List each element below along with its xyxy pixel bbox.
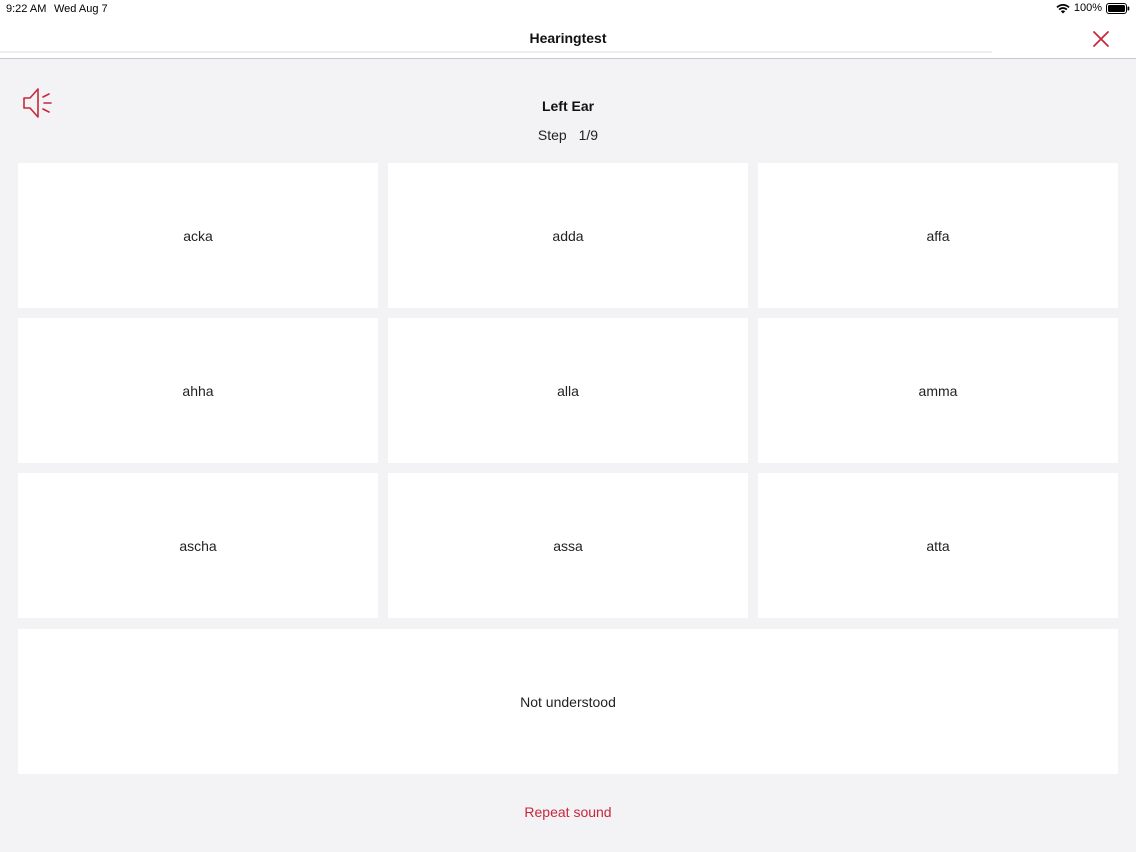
status-time: 9:22 AM — [6, 3, 47, 15]
navigation-bar: Hearingtest — [0, 20, 1136, 59]
answer-grid: acka adda affa ahha alla amma ascha assa… — [18, 163, 1118, 618]
answer-button-alla[interactable]: alla — [388, 318, 748, 463]
close-icon — [1093, 31, 1109, 47]
answer-button-adda[interactable]: adda — [388, 163, 748, 308]
answer-button-assa[interactable]: assa — [388, 473, 748, 618]
wifi-icon — [1056, 3, 1070, 14]
close-button[interactable] — [1090, 28, 1112, 50]
answer-button-amma[interactable]: amma — [758, 318, 1118, 463]
not-understood-button[interactable]: Not understood — [18, 629, 1118, 774]
battery-icon — [1106, 2, 1130, 14]
answer-button-affa[interactable]: affa — [758, 163, 1118, 308]
answer-button-acka[interactable]: acka — [18, 163, 378, 308]
progress-track — [0, 51, 992, 53]
battery-percent: 100% — [1073, 2, 1102, 14]
answer-button-atta[interactable]: atta — [758, 473, 1118, 618]
ear-title: Left Ear — [541, 98, 595, 114]
step-indicator: Step 1/9 — [0, 127, 1136, 143]
step-label: Step — [537, 127, 567, 143]
repeat-sound-button[interactable]: Repeat sound — [0, 804, 1136, 820]
answer-button-ahha[interactable]: ahha — [18, 318, 378, 463]
status-right: 100% — [1056, 2, 1130, 14]
nav-title: Hearingtest — [529, 30, 607, 46]
status-bar: 9:22 AM Wed Aug 7 100% — [0, 0, 1136, 20]
step-value: 1/9 — [578, 127, 599, 143]
answer-button-ascha[interactable]: ascha — [18, 473, 378, 618]
status-date: Wed Aug 7 — [54, 3, 108, 15]
